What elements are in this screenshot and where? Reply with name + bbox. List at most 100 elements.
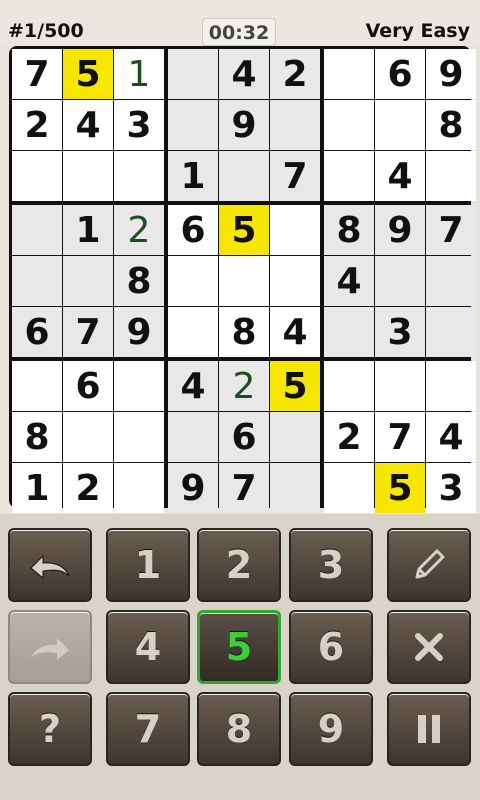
- cell-r2-c6[interactable]: [270, 100, 320, 150]
- cell-r7-c5[interactable]: 2: [219, 361, 269, 411]
- cell-r5-c9[interactable]: [426, 256, 476, 306]
- cell-r6-c5[interactable]: 8: [219, 307, 269, 357]
- cell-r4-c2[interactable]: 1: [63, 205, 113, 255]
- cell-r7-c4[interactable]: 4: [168, 361, 218, 411]
- cell-r4-c6[interactable]: [270, 205, 320, 255]
- cell-r1-c5[interactable]: 4: [219, 49, 269, 99]
- cell-r5-c2[interactable]: [63, 256, 113, 306]
- cell-r1-c4[interactable]: [168, 49, 218, 99]
- cell-r8-c5[interactable]: 6: [219, 412, 269, 462]
- cell-r2-c8[interactable]: [375, 100, 425, 150]
- hint-button[interactable]: ?: [8, 692, 92, 766]
- cell-r8-c2[interactable]: [63, 412, 113, 462]
- cell-r4-c9[interactable]: 7: [426, 205, 476, 255]
- digit-button-3[interactable]: 3: [289, 528, 373, 602]
- cell-r2-c9[interactable]: 8: [426, 100, 476, 150]
- erase-button[interactable]: [387, 610, 471, 684]
- cell-r5-c8[interactable]: [375, 256, 425, 306]
- puzzle-number: #1/500: [8, 20, 84, 42]
- cell-r3-c6[interactable]: 7: [270, 151, 320, 201]
- cell-r6-c7[interactable]: [324, 307, 374, 357]
- cell-r8-c4[interactable]: [168, 412, 218, 462]
- cell-r1-c8[interactable]: 6: [375, 49, 425, 99]
- cell-r2-c5[interactable]: 9: [219, 100, 269, 150]
- cell-r7-c8[interactable]: [375, 361, 425, 411]
- cell-r6-c2[interactable]: 7: [63, 307, 113, 357]
- cell-r4-c5[interactable]: 5: [219, 205, 269, 255]
- digit-button-5[interactable]: 5: [197, 610, 281, 684]
- cell-r3-c4[interactable]: 1: [168, 151, 218, 201]
- cell-r4-c8[interactable]: 9: [375, 205, 425, 255]
- cell-r9-c7[interactable]: [324, 463, 374, 513]
- cell-r6-c8[interactable]: 3: [375, 307, 425, 357]
- cell-r7-c6[interactable]: 5: [270, 361, 320, 411]
- cell-r7-c1[interactable]: [12, 361, 62, 411]
- cell-r6-c4[interactable]: [168, 307, 218, 357]
- cell-r2-c7[interactable]: [324, 100, 374, 150]
- cell-r1-c1[interactable]: 7: [12, 49, 62, 99]
- cell-r7-c7[interactable]: [324, 361, 374, 411]
- cell-r5-c3[interactable]: 8: [114, 256, 164, 306]
- cell-r5-c1[interactable]: [12, 256, 62, 306]
- digit-button-7[interactable]: 7: [106, 692, 190, 766]
- cell-r4-c7[interactable]: 8: [324, 205, 374, 255]
- cell-r9-c6[interactable]: [270, 463, 320, 513]
- cell-r9-c1[interactable]: 1: [12, 463, 62, 513]
- cell-r5-c6[interactable]: [270, 256, 320, 306]
- cell-r9-c2[interactable]: 2: [63, 463, 113, 513]
- cell-r1-c7[interactable]: [324, 49, 374, 99]
- cell-r5-c5[interactable]: [219, 256, 269, 306]
- cell-r6-c1[interactable]: 6: [12, 307, 62, 357]
- cell-r8-c7[interactable]: 2: [324, 412, 374, 462]
- cell-r3-c7[interactable]: [324, 151, 374, 201]
- cell-r9-c9[interactable]: 3: [426, 463, 476, 513]
- cell-r1-c2[interactable]: 5: [63, 49, 113, 99]
- digit-button-1[interactable]: 1: [106, 528, 190, 602]
- cell-r3-c2[interactable]: [63, 151, 113, 201]
- undo-button[interactable]: [8, 528, 92, 602]
- cell-r4-c3[interactable]: 2: [114, 205, 164, 255]
- digit-button-6[interactable]: 6: [289, 610, 373, 684]
- timer: 00:32: [202, 18, 276, 46]
- cell-r3-c8[interactable]: 4: [375, 151, 425, 201]
- digit-button-2[interactable]: 2: [197, 528, 281, 602]
- cell-r1-c3[interactable]: 1: [114, 49, 164, 99]
- cell-r6-c3[interactable]: 9: [114, 307, 164, 357]
- redo-button[interactable]: [8, 610, 92, 684]
- cell-r3-c5[interactable]: [219, 151, 269, 201]
- cell-r8-c1[interactable]: 8: [12, 412, 62, 462]
- cell-r9-c3[interactable]: [114, 463, 164, 513]
- erase-x-icon: [412, 630, 446, 664]
- pause-button[interactable]: [387, 692, 471, 766]
- cell-r7-c2[interactable]: 6: [63, 361, 113, 411]
- cell-r1-c9[interactable]: 9: [426, 49, 476, 99]
- cell-r5-c4[interactable]: [168, 256, 218, 306]
- cell-r9-c4[interactable]: 9: [168, 463, 218, 513]
- cell-r6-c6[interactable]: 4: [270, 307, 320, 357]
- header-bar: #1/500 00:32 Very Easy: [0, 0, 480, 46]
- cell-r8-c8[interactable]: 7: [375, 412, 425, 462]
- digit-button-9[interactable]: 9: [289, 692, 373, 766]
- cell-r9-c5[interactable]: 7: [219, 463, 269, 513]
- cell-r8-c3[interactable]: [114, 412, 164, 462]
- cell-r2-c2[interactable]: 4: [63, 100, 113, 150]
- cell-r7-c9[interactable]: [426, 361, 476, 411]
- cell-r1-c6[interactable]: 2: [270, 49, 320, 99]
- cell-r7-c3[interactable]: [114, 361, 164, 411]
- cell-r3-c9[interactable]: [426, 151, 476, 201]
- cell-r8-c9[interactable]: 4: [426, 412, 476, 462]
- cell-r4-c4[interactable]: 6: [168, 205, 218, 255]
- cell-r5-c7[interactable]: 4: [324, 256, 374, 306]
- cell-r3-c1[interactable]: [12, 151, 62, 201]
- cell-r6-c9[interactable]: [426, 307, 476, 357]
- cell-r3-c3[interactable]: [114, 151, 164, 201]
- cell-r2-c4[interactable]: [168, 100, 218, 150]
- cell-r8-c6[interactable]: [270, 412, 320, 462]
- digit-button-8[interactable]: 8: [197, 692, 281, 766]
- cell-r9-c8[interactable]: 5: [375, 463, 425, 513]
- cell-r2-c3[interactable]: 3: [114, 100, 164, 150]
- pencil-button[interactable]: [387, 528, 471, 602]
- cell-r4-c1[interactable]: [12, 205, 62, 255]
- cell-r2-c1[interactable]: 2: [12, 100, 62, 150]
- digit-button-4[interactable]: 4: [106, 610, 190, 684]
